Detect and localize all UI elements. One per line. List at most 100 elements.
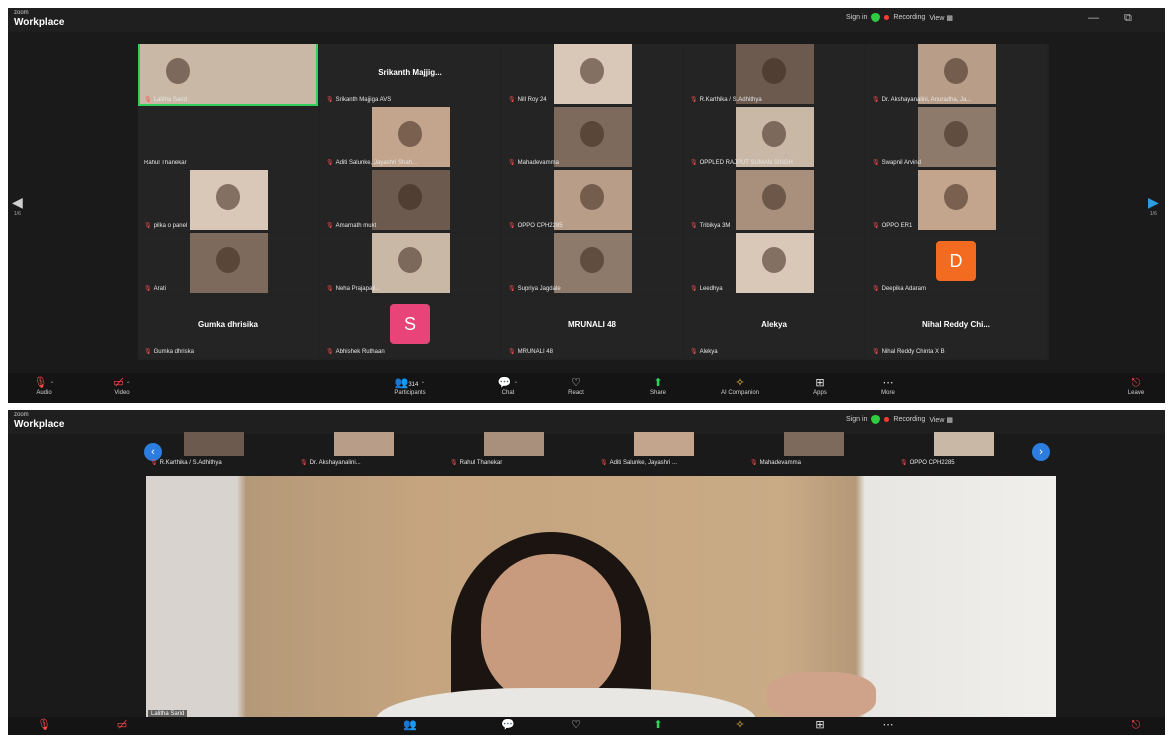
shield-icon[interactable] — [871, 415, 881, 424]
title-bar-status: Sign in Recording View ▦ — [846, 415, 953, 424]
participant-tile[interactable]: Nihal Reddy Chi... 🎙 Nihal Reddy Chinta X … — [866, 296, 1046, 358]
participant-name-label: 🎙 Arati — [144, 286, 166, 292]
participant-name-label: 🎙 Rahul Thanekar — [450, 460, 503, 466]
participant-tile[interactable]: 🎙 OPPO CPH2285 — [502, 170, 682, 232]
participant-name-label: 🎙 Alekya — [690, 349, 718, 355]
video-button[interactable]: ▭̸ — [90, 718, 154, 732]
react-button[interactable]: ♡ — [544, 718, 608, 732]
participant-tile[interactable]: 🎙 pilka o panel — [138, 170, 318, 232]
ai-companion-button[interactable]: ✧ AI Companion — [708, 376, 772, 396]
title-bar: zoom Workplace Sign in Recording View ▦ — [8, 410, 1165, 434]
minimize-icon[interactable]: — — [1088, 12, 1099, 24]
participant-tile[interactable]: MRUNALI 48 🎙 MRUNALI 48 — [502, 296, 682, 358]
sign-in-link[interactable]: Sign in — [846, 14, 867, 21]
mic-muted-icon: 🎙 — [690, 349, 698, 355]
participant-video — [918, 107, 996, 167]
leave-button[interactable]: ⎋ Leave — [1108, 376, 1164, 396]
brand-small: zoom — [14, 412, 29, 418]
participants-button[interactable]: 👥 — [378, 718, 442, 732]
participant-video — [190, 233, 268, 293]
participant-tile[interactable]: Rahul Thanekar — [138, 107, 318, 169]
participant-tile[interactable]: D 🎙 Deepika Adaram — [866, 233, 1046, 295]
participant-tile[interactable]: 🎙 Mahadevamma — [502, 107, 682, 169]
participant-tile[interactable]: 🎙 Swapnil Arvind — [866, 107, 1046, 169]
chat-bubble-icon: 💬 — [501, 719, 515, 731]
participant-name-label: 🎙 R.Karthika / S.Adhithya — [150, 460, 222, 466]
participant-tile[interactable]: 🎙 OPPLED RAJPUT SUMAN SINGH — [684, 107, 864, 169]
participant-tile[interactable]: 🎙 Arati — [138, 233, 318, 295]
participant-tile[interactable]: 🎙 Leedhya — [684, 233, 864, 295]
mic-muted-icon: 🎙 — [37, 719, 51, 731]
participant-display-name: Alekya — [761, 320, 787, 329]
participant-tile[interactable]: 🎙 Nill Roy 24 — [502, 44, 682, 106]
apps-grid-icon: ⊞ — [815, 377, 825, 389]
more-button[interactable]: ⋯ — [856, 718, 920, 732]
audio-button[interactable]: 🎙 — [12, 718, 76, 732]
sign-in-link[interactable]: Sign in — [846, 416, 867, 423]
mic-muted-icon: 🎙 — [508, 349, 516, 355]
chat-button[interactable]: 💬 ⌃ Chat — [476, 376, 540, 396]
mic-muted-icon: 🎙 — [872, 286, 880, 292]
maximize-icon[interactable]: ⧉ — [1124, 12, 1132, 25]
participant-video — [372, 107, 450, 167]
view-button[interactable]: View ▦ — [929, 14, 953, 22]
participant-name-label: 🎙 Abhishek Ruthaan — [326, 349, 385, 355]
strip-participant-tile[interactable]: 🎙 Rahul Thanekar — [444, 432, 594, 468]
avatar: S — [390, 304, 430, 344]
participant-tile[interactable]: S 🎙 Abhishek Ruthaan — [320, 296, 500, 358]
ai-companion-button[interactable]: ✧ — [708, 718, 772, 732]
gallery-prev-page[interactable]: ◀ 1/6 — [12, 194, 23, 217]
recording-label[interactable]: Recording — [893, 416, 925, 423]
participant-tile[interactable]: 🎙 Aditi Salunke, Jayashri Shah... — [320, 107, 500, 169]
strip-participant-tile[interactable]: 🎙 OPPO CPH2285 — [894, 432, 1044, 468]
camera-off-icon: ▭̸ ⌃ — [113, 377, 131, 389]
brand-small: zoom — [14, 10, 29, 16]
participant-tile[interactable]: Gumka dhrisika 🎙 Gumka dhriska — [138, 296, 318, 358]
strip-participant-tile[interactable]: 🎙 Dr. Akshayanalini... — [294, 432, 444, 468]
audio-button[interactable]: 🎙 ⌃ Audio — [12, 376, 76, 396]
mic-muted-icon: 🎙 — [150, 460, 158, 466]
participant-tile[interactable]: 🎙 R.Karthika / S.Adhithya — [684, 44, 864, 106]
participant-tile[interactable]: Alekya 🎙 Alekya — [684, 296, 864, 358]
right-arrow-icon: ▶ — [1148, 194, 1159, 210]
mic-muted-icon: 🎙 — [144, 349, 152, 355]
participant-video — [140, 44, 316, 104]
strip-participant-tile[interactable]: 🎙 R.Karthika / S.Adhithya — [144, 432, 294, 468]
participant-tile[interactable]: 🎙 Amarnath mukt — [320, 170, 500, 232]
video-button[interactable]: ▭̸ ⌃ Video — [90, 376, 154, 396]
participant-tile[interactable]: Srikanth Majjig... 🎙 Srikanth Majjiga AVS — [320, 44, 500, 106]
participant-video — [736, 107, 814, 167]
share-button[interactable]: ⬆ Share — [626, 376, 690, 396]
leave-button[interactable]: ⎋ — [1108, 718, 1164, 732]
participant-name-label: 🎙 OPPLED RAJPUT SUMAN SINGH — [690, 160, 793, 166]
participant-video — [736, 170, 814, 230]
participant-name-label: 🎙 Amarnath mukt — [326, 223, 377, 229]
mic-muted-icon: 🎙 — [750, 460, 758, 466]
active-speaker-video[interactable]: Lalitha Sarid — [146, 476, 1056, 720]
participant-name-label: 🎙 Swapnil Arvind — [872, 160, 921, 166]
participants-button[interactable]: 👥314 ⌃ Participants — [378, 376, 442, 396]
strip-participant-tile[interactable]: 🎙 Mahadevamma — [744, 432, 894, 468]
participant-tile[interactable]: 🎙 Tribikya 3M — [684, 170, 864, 232]
share-button[interactable]: ⬆ — [626, 718, 690, 732]
react-button[interactable]: ♡ React — [544, 376, 608, 396]
participant-tile[interactable]: 🎙 Dr. Akshayanalini, Anuradha, Ja... — [866, 44, 1046, 106]
participant-video — [554, 44, 632, 104]
shield-icon[interactable] — [871, 13, 881, 22]
strip-participant-tile[interactable]: 🎙 Aditi Salunke, Jayashri ... — [594, 432, 744, 468]
participant-tile[interactable]: 🎙 Lalitha Sarid — [138, 44, 318, 106]
participant-tile[interactable]: 🎙 Neha Prajapati... — [320, 233, 500, 295]
avatar: D — [936, 241, 976, 281]
participant-tile[interactable]: 🎙 OPPO ER1 — [866, 170, 1046, 232]
participant-tile[interactable]: 🎙 Supriya Jagdale — [502, 233, 682, 295]
apps-button[interactable]: ⊞ Apps — [788, 376, 852, 396]
view-button[interactable]: View ▦ — [929, 416, 953, 424]
participant-video — [554, 233, 632, 293]
chat-button[interactable]: 💬 — [476, 718, 540, 732]
gallery-next-page[interactable]: ▶ 1/6 — [1148, 194, 1159, 217]
participant-name-label: 🎙 OPPO ER1 — [872, 223, 913, 229]
apps-button[interactable]: ⊞ — [788, 718, 852, 732]
meeting-window-gallery: zoom Workplace Sign in Recording View ▦ … — [8, 8, 1165, 403]
recording-label[interactable]: Recording — [893, 14, 925, 21]
more-button[interactable]: ⋯ More — [856, 376, 920, 396]
